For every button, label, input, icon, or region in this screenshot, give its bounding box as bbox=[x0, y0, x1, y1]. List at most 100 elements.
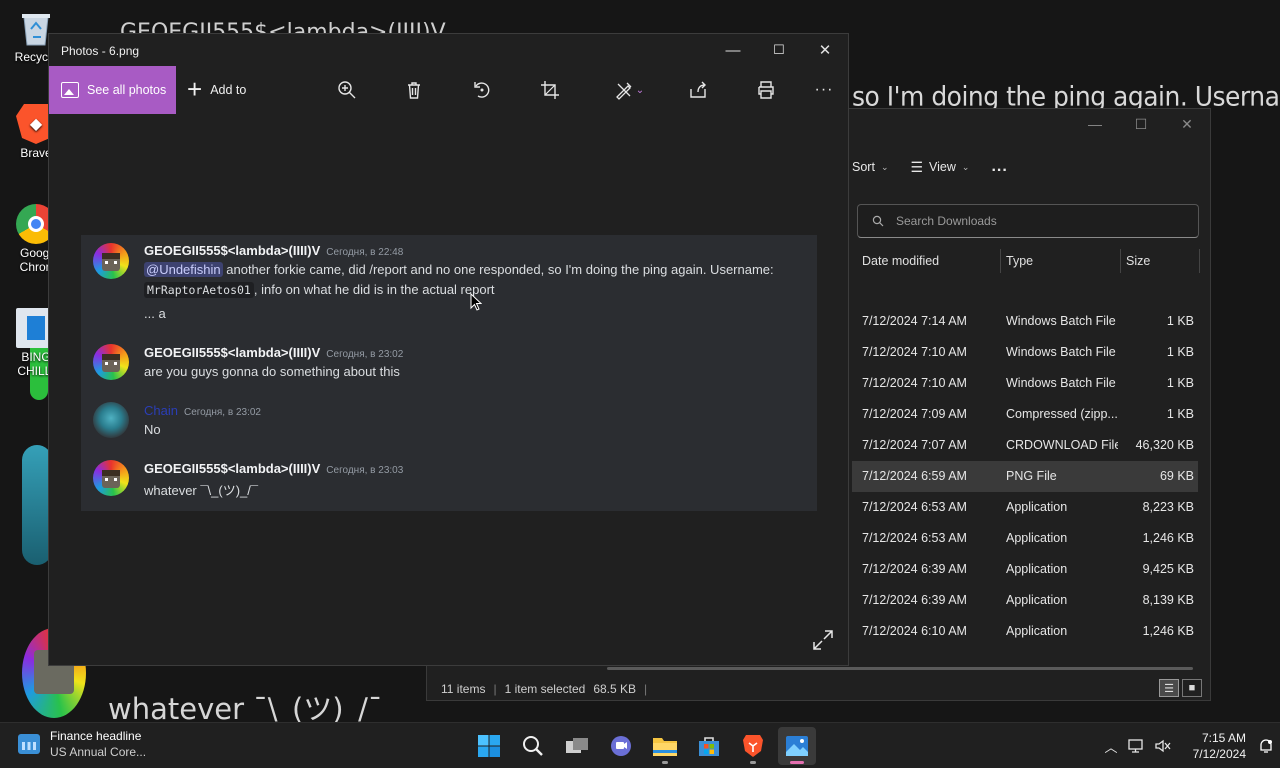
file-date-modified: 7/12/2024 7:14 AM bbox=[862, 314, 967, 328]
search-input[interactable]: Search Downloads bbox=[857, 204, 1199, 238]
file-type: Windows Batch File bbox=[1006, 376, 1116, 390]
chat-message: GEOEGII555$<lambda>(IIII)V Сегодня, в 23:… bbox=[93, 460, 807, 500]
horizontal-scrollbar[interactable] bbox=[607, 667, 1193, 670]
file-size: 1 KB bbox=[1166, 376, 1194, 390]
file-row[interactable]: 7/12/2024 7:14 AM Windows Batch File 1 KB bbox=[852, 306, 1198, 337]
file-date-modified: 7/12/2024 7:10 AM bbox=[862, 376, 967, 390]
close-icon[interactable]: ✕ bbox=[802, 34, 848, 66]
volume-muted-icon[interactable] bbox=[1150, 738, 1176, 754]
file-size: 1 KB bbox=[1166, 345, 1194, 359]
message-text: @Undefishin another forkie came, did /re… bbox=[144, 262, 774, 277]
maximize-icon[interactable]: ☐ bbox=[756, 34, 802, 66]
message-text: No bbox=[144, 422, 161, 437]
more-options-button[interactable]: ... bbox=[991, 158, 1007, 176]
message-text-part: , info on what he did is in the actual r… bbox=[253, 282, 495, 297]
notification-icon[interactable] bbox=[1252, 738, 1280, 754]
message-timestamp: Сегодня, в 23:02 bbox=[326, 349, 404, 360]
clock-date: 7/12/2024 bbox=[1192, 747, 1246, 761]
avatar bbox=[93, 402, 129, 438]
file-row[interactable]: 7/12/2024 6:39 AM Application 8,139 KB bbox=[852, 585, 1198, 616]
search-button[interactable] bbox=[514, 727, 552, 765]
add-to-button[interactable]: + Add to bbox=[187, 66, 246, 114]
crop-icon[interactable] bbox=[535, 76, 565, 104]
file-explorer-button[interactable] bbox=[646, 727, 684, 765]
user-mention: @Undefishin bbox=[144, 262, 223, 277]
chevron-up-icon[interactable]: ︿ bbox=[1098, 737, 1124, 756]
message-text-part: another forkie came, did /report and no … bbox=[226, 262, 774, 277]
taskbar-apps bbox=[470, 727, 816, 765]
chat-message: GEOEGII555$<lambda>(IIII)V Сегодня, в 22:… bbox=[93, 243, 807, 335]
print-icon[interactable] bbox=[751, 76, 781, 104]
microsoft-store-button[interactable] bbox=[690, 727, 728, 765]
file-row[interactable]: 7/12/2024 7:10 AM Windows Batch File 1 KB bbox=[852, 337, 1198, 368]
tiles-view-icon[interactable]: ■ bbox=[1182, 679, 1202, 697]
column-header-size[interactable]: Size bbox=[1126, 247, 1150, 275]
file-row[interactable]: 7/12/2024 6:10 AM Application 1,246 KB bbox=[852, 616, 1198, 647]
file-type: Application bbox=[1006, 593, 1068, 607]
selection-count: 1 item selected bbox=[504, 682, 586, 696]
close-icon[interactable]: ✕ bbox=[1164, 109, 1210, 139]
edit-draw-icon[interactable]: ⌄ bbox=[607, 76, 651, 104]
share-icon[interactable] bbox=[683, 76, 713, 104]
maximize-icon[interactable]: ☐ bbox=[1118, 109, 1164, 139]
file-date-modified: 7/12/2024 7:09 AM bbox=[862, 407, 967, 421]
widget-subtitle: US Annual Core... bbox=[50, 745, 147, 759]
author-name: GEOEGII555$<lambda>(IIII)V bbox=[144, 243, 321, 258]
column-header-type[interactable]: Type bbox=[1006, 247, 1033, 275]
selection-size: 68.5 KB bbox=[593, 682, 637, 696]
photos-window[interactable]: Photos - 6.png — ☐ ✕ See all photos + Ad… bbox=[48, 33, 849, 666]
minimize-icon[interactable]: — bbox=[710, 34, 756, 66]
file-size: 9,425 KB bbox=[1142, 562, 1194, 576]
file-row[interactable]: 7/12/2024 7:10 AM Windows Batch File 1 KB bbox=[852, 368, 1198, 399]
file-row[interactable]: 7/12/2024 7:07 AM CRDOWNLOAD File 46,320 K… bbox=[852, 430, 1198, 461]
see-all-photos-button[interactable]: See all photos bbox=[49, 66, 176, 114]
search-icon bbox=[872, 215, 884, 227]
photos-button[interactable] bbox=[778, 727, 816, 765]
status-bar: 11 items | 1 item selected 68.5 KB | bbox=[441, 682, 648, 696]
brave-button[interactable] bbox=[734, 727, 772, 765]
more-icon[interactable]: ··· bbox=[809, 76, 839, 104]
file-size: 8,223 KB bbox=[1142, 500, 1194, 514]
message-timestamp: Сегодня, в 22:48 bbox=[326, 247, 404, 258]
window-title: Photos - 6.png bbox=[61, 44, 140, 58]
plus-icon: + bbox=[187, 74, 203, 104]
message-text: are you guys gonna do something about th… bbox=[144, 364, 400, 379]
trash-icon[interactable] bbox=[399, 76, 429, 104]
displayed-image: GEOEGII555$<lambda>(IIII)V Сегодня, в 22:… bbox=[81, 235, 817, 511]
file-date-modified: 7/12/2024 6:59 AM bbox=[862, 469, 967, 483]
teams-chat-button[interactable] bbox=[602, 727, 640, 765]
file-type: Compressed (zipp... bbox=[1006, 407, 1118, 421]
minimize-icon[interactable]: — bbox=[1072, 109, 1118, 139]
message-author: Chain Сегодня, в 23:02 bbox=[144, 403, 261, 418]
add-to-label: Add to bbox=[210, 83, 247, 97]
network-icon[interactable] bbox=[1124, 738, 1150, 754]
explorer-toolbar: Sort ⌄ ☰ View ⌄ ... bbox=[852, 151, 1008, 183]
file-row[interactable]: 7/12/2024 7:09 AM Compressed (zipp... 1 KB bbox=[852, 399, 1198, 430]
rotate-icon[interactable] bbox=[467, 76, 497, 104]
start-button[interactable] bbox=[470, 727, 508, 765]
clock-time: 7:15 AM bbox=[1201, 731, 1246, 745]
clock[interactable]: 7:15 AM 7/12/2024 bbox=[1176, 730, 1246, 762]
details-view-icon[interactable]: ☰ bbox=[1159, 679, 1179, 697]
search-icon bbox=[523, 736, 543, 756]
view-button[interactable]: ☰ View ⌄ bbox=[910, 159, 969, 176]
sort-button[interactable]: Sort ⌄ bbox=[852, 160, 888, 174]
file-row[interactable]: 7/12/2024 6:53 AM Application 8,223 KB bbox=[852, 492, 1198, 523]
file-row[interactable]: 7/12/2024 6:59 AM PNG File 69 KB bbox=[852, 461, 1198, 492]
author-name: GEOEGII555$<lambda>(IIII)V bbox=[144, 461, 321, 476]
message-author: GEOEGII555$<lambda>(IIII)V Сегодня, в 23:… bbox=[144, 345, 403, 360]
file-size: 46,320 KB bbox=[1135, 438, 1194, 452]
widgets-button[interactable]: Finance headline US Annual Core... bbox=[18, 729, 146, 759]
zoom-in-icon[interactable] bbox=[332, 76, 362, 104]
task-view-button[interactable] bbox=[558, 727, 596, 765]
column-header-date[interactable]: Date modified bbox=[862, 247, 939, 275]
file-date-modified: 7/12/2024 6:10 AM bbox=[862, 624, 967, 638]
microsoft-store-icon bbox=[699, 737, 719, 756]
expand-icon[interactable] bbox=[812, 629, 834, 651]
file-size: 69 KB bbox=[1159, 469, 1194, 483]
file-date-modified: 7/12/2024 6:53 AM bbox=[862, 500, 967, 514]
file-row[interactable]: 7/12/2024 6:53 AM Application 1,246 KB bbox=[852, 523, 1198, 554]
chat-message: GEOEGII555$<lambda>(IIII)V Сегодня, в 23:… bbox=[93, 344, 807, 384]
file-date-modified: 7/12/2024 6:39 AM bbox=[862, 562, 967, 576]
file-row[interactable]: 7/12/2024 6:39 AM Application 9,425 KB bbox=[852, 554, 1198, 585]
